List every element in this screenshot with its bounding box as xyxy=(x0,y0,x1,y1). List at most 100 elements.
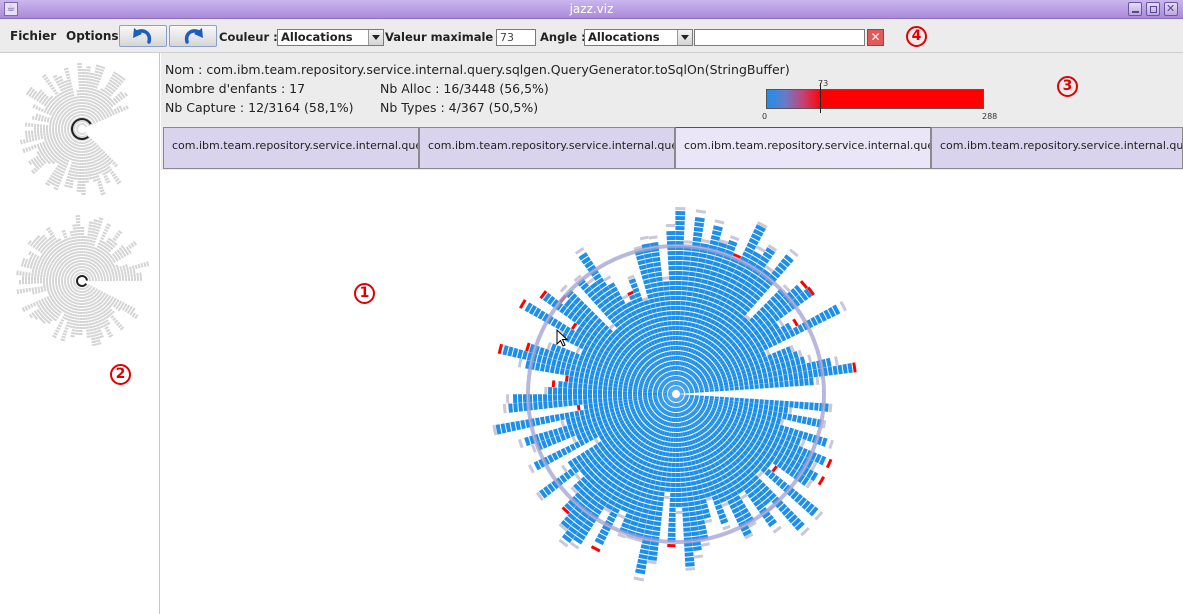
sunburst-segment xyxy=(74,171,79,174)
sunburst-segment xyxy=(593,394,598,399)
sunburst-segment xyxy=(80,144,82,147)
sunburst-tip xyxy=(574,473,582,481)
sunburst-segment xyxy=(75,99,78,102)
redo-button[interactable] xyxy=(169,25,217,47)
sunburst-segment xyxy=(778,424,785,432)
sunburst-segment xyxy=(652,256,661,262)
sunburst-segment xyxy=(81,189,86,192)
sunburst-segment xyxy=(72,242,76,246)
sunburst-segment xyxy=(52,121,55,124)
sunburst-segment xyxy=(685,562,695,567)
sunburst-segment xyxy=(692,490,699,496)
sunburst-segment xyxy=(93,169,98,173)
sunburst-segment xyxy=(103,323,108,327)
sunburst-segment xyxy=(52,280,55,283)
sunburst-segment xyxy=(34,273,37,277)
sunburst-tip xyxy=(519,299,527,309)
clear-search-button[interactable]: ✕ xyxy=(867,29,884,46)
sunburst-view[interactable]: 1 xyxy=(161,170,1183,614)
sunburst-segment xyxy=(574,371,580,378)
history-thumbnails-panel: 2 xyxy=(0,53,160,614)
sunburst-segment xyxy=(81,171,85,174)
sunburst-segment xyxy=(80,108,82,111)
breadcrumb-tab[interactable]: com.ibm.team.repository.service.internal… xyxy=(163,127,419,169)
sunburst-segment xyxy=(43,271,47,275)
sunburst-tip xyxy=(622,294,629,300)
sunburst-segment xyxy=(641,487,649,493)
sunburst-segment xyxy=(668,261,676,266)
sunburst-segment xyxy=(99,335,104,339)
sunburst-segment xyxy=(77,302,80,305)
sunburst-segment xyxy=(27,280,31,284)
maximize-button[interactable] xyxy=(1146,2,1160,16)
annotation-2: 2 xyxy=(110,364,131,385)
sunburst-segment xyxy=(743,405,748,411)
sunburst-segment xyxy=(110,76,115,81)
sunburst-segment xyxy=(114,270,118,274)
sunburst-segment xyxy=(761,414,767,421)
sunburst-segment xyxy=(674,366,676,371)
sunburst-segment xyxy=(640,269,648,275)
history-thumbnail-2[interactable] xyxy=(0,201,158,351)
sunburst-segment xyxy=(598,381,604,386)
sunburst-segment xyxy=(771,416,777,423)
sunburst-segment xyxy=(140,262,144,268)
angle-select[interactable]: Allocations xyxy=(584,29,693,46)
sunburst-segment xyxy=(666,336,670,341)
sunburst-segment xyxy=(78,102,81,105)
sunburst-segment xyxy=(83,111,85,114)
sunburst-segment xyxy=(69,179,74,183)
sunburst-segment xyxy=(31,115,35,120)
minimize-button[interactable] xyxy=(1128,2,1142,16)
sunburst-segment xyxy=(573,388,578,394)
sunburst-segment xyxy=(667,321,672,326)
breadcrumb-tab-active[interactable]: com.ibm.team.repository.service.internal… xyxy=(675,127,931,169)
sunburst-segment xyxy=(54,77,59,81)
sunburst-segment xyxy=(638,389,643,393)
sunburst-segment xyxy=(60,81,65,85)
sunburst-tip xyxy=(685,567,696,571)
sunburst-segment xyxy=(34,137,38,141)
sunburst-segment xyxy=(92,163,96,167)
sunburst-segment xyxy=(630,282,638,289)
sunburst-segment xyxy=(93,330,98,334)
sunburst-segment xyxy=(123,268,126,272)
sunburst-segment xyxy=(55,282,58,285)
sunburst-tip xyxy=(617,513,625,520)
search-input[interactable] xyxy=(694,29,865,46)
menu-fichier[interactable]: Fichier xyxy=(10,29,56,43)
menu-options[interactable]: Options xyxy=(66,29,119,43)
sunburst-segment xyxy=(36,263,40,268)
chevron-down-icon xyxy=(677,30,692,45)
breadcrumb-tab[interactable]: com.ibm.team.repository.service.internal… xyxy=(419,127,675,169)
sunburst-segment xyxy=(666,472,672,477)
sunburst-segment xyxy=(662,466,668,472)
sunburst-segment xyxy=(78,150,81,153)
sunburst-segment xyxy=(95,67,100,71)
close-window-button[interactable]: ✕ xyxy=(1164,2,1178,16)
sunburst-segment xyxy=(657,470,663,476)
sunburst-segment xyxy=(82,311,85,314)
sunburst-segment xyxy=(81,254,84,257)
valeur-maximale-input[interactable]: 73 xyxy=(496,29,536,46)
sunburst-segment xyxy=(75,311,78,314)
sunburst-tip xyxy=(528,464,535,474)
couleur-select[interactable]: Allocations xyxy=(277,29,384,46)
sunburst-chart[interactable] xyxy=(161,170,1183,614)
sunburst-segment xyxy=(49,273,52,276)
sunburst-segment xyxy=(573,394,578,400)
sunburst-segment xyxy=(59,321,63,325)
scale-value-label: 73 xyxy=(818,79,829,88)
sunburst-segment xyxy=(112,278,115,281)
sunburst-segment xyxy=(700,478,707,484)
undo-button[interactable] xyxy=(119,25,167,47)
sunburst-segment xyxy=(29,264,33,269)
sunburst-segment xyxy=(643,279,651,285)
breadcrumb-tab[interactable]: com.ibm.team.repository.service.internal… xyxy=(931,127,1183,169)
history-thumbnail-1[interactable] xyxy=(0,53,158,203)
sunburst-segment xyxy=(91,173,96,176)
sunburst-segment xyxy=(33,253,37,259)
sunburst-segment xyxy=(37,106,42,111)
sunburst-segment xyxy=(49,232,54,236)
sunburst-segment xyxy=(83,153,86,156)
